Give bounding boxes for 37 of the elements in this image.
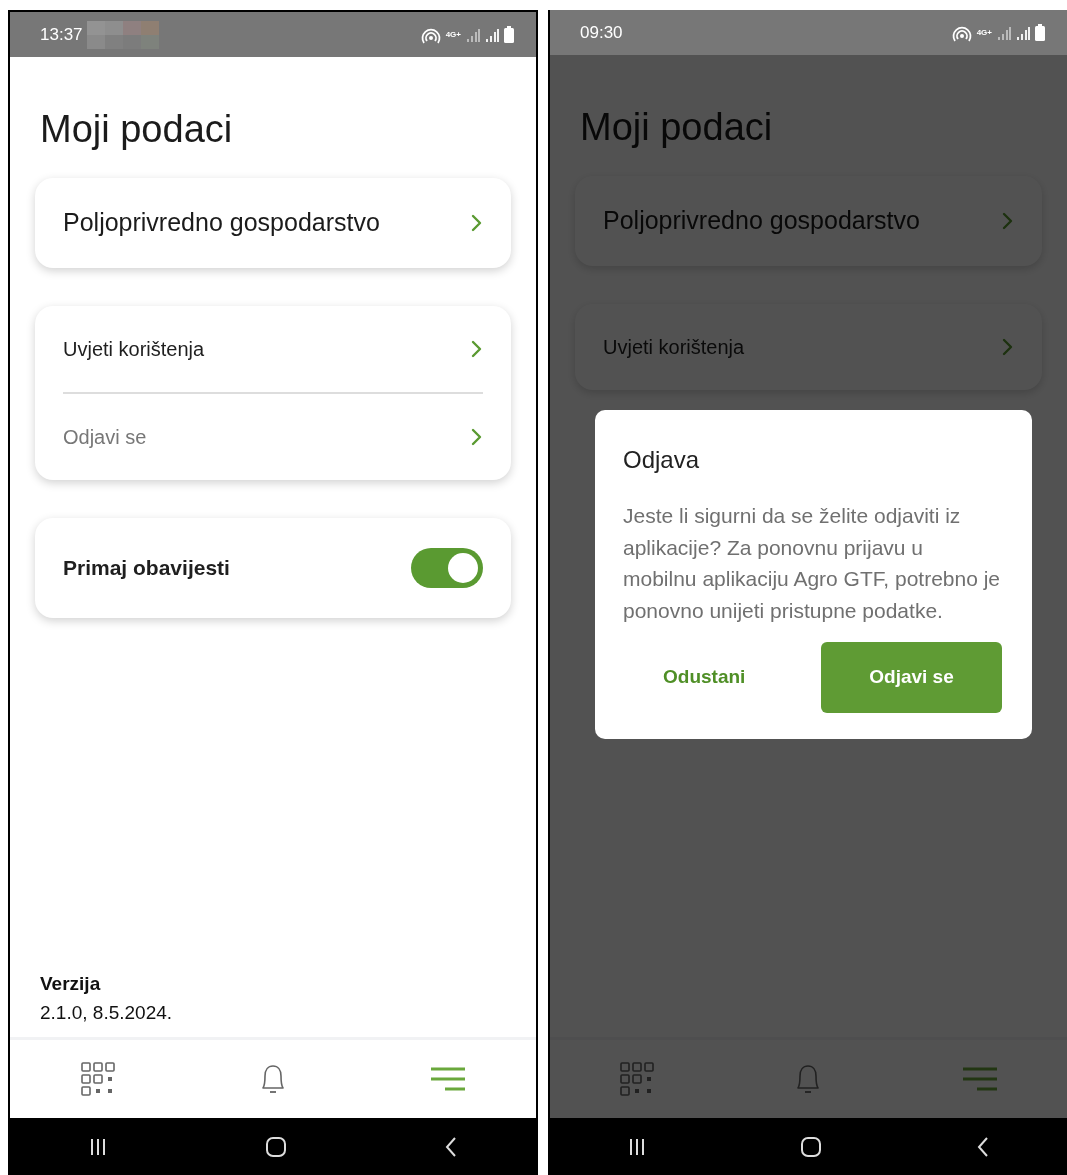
page-title: Moji podaci bbox=[40, 107, 234, 152]
chevron-right-icon[interactable] bbox=[470, 340, 483, 358]
home-icon[interactable] bbox=[800, 1135, 823, 1158]
chevron-right-icon[interactable] bbox=[470, 428, 483, 446]
chevron-right-icon[interactable] bbox=[1001, 212, 1014, 230]
menu-item-label[interactable]: Odjavi se bbox=[63, 422, 147, 452]
status-time: 09:30 bbox=[580, 21, 623, 44]
menu-item-label[interactable]: Uvjeti korištenja bbox=[603, 332, 745, 362]
menu-item-label[interactable]: Uvjeti korištenja bbox=[63, 334, 205, 364]
version-label: Verzija bbox=[40, 972, 102, 996]
menu-icon[interactable] bbox=[429, 1066, 466, 1092]
network-type: 4G+ bbox=[976, 28, 992, 37]
cancel-button[interactable]: Odustani bbox=[623, 653, 786, 702]
back-icon[interactable] bbox=[443, 1135, 458, 1158]
back-icon[interactable] bbox=[976, 1135, 991, 1158]
dialog-message: Jeste li sigurni da se želite odjaviti iz aplikacije? Za ponovnu prijavu u mobilnu aplikaciju Agro GTF, potrebno je ponovno unijeti pristupne podatke. bbox=[623, 503, 1002, 624]
network-type: 4G+ bbox=[445, 30, 461, 39]
version-value: 2.1.0, 8.5.2024. bbox=[40, 1000, 174, 1025]
signal-icon bbox=[485, 26, 499, 43]
menu-item-label[interactable]: Poljoprivredno gospodarstvo bbox=[63, 204, 380, 242]
dialog-title: Odjava bbox=[623, 445, 701, 475]
battery-icon bbox=[1035, 24, 1045, 41]
signal-icon bbox=[997, 24, 1011, 41]
signal-icon bbox=[1016, 24, 1030, 41]
grid-icon[interactable] bbox=[80, 1061, 117, 1097]
home-icon[interactable] bbox=[265, 1135, 287, 1158]
status-time: 13:37 bbox=[40, 23, 83, 46]
page-title: Moji podaci bbox=[580, 105, 774, 150]
menu-icon[interactable] bbox=[962, 1066, 999, 1092]
chevron-right-icon[interactable] bbox=[470, 214, 483, 232]
signal-icon bbox=[466, 26, 480, 43]
battery-icon bbox=[504, 26, 514, 43]
menu-item-label: Primaj obavijesti bbox=[63, 555, 230, 582]
menu-item-label[interactable]: Poljoprivredno gospodarstvo bbox=[603, 202, 920, 240]
logout-button[interactable]: Odjavi se bbox=[821, 642, 1002, 713]
chevron-right-icon[interactable] bbox=[1001, 338, 1014, 356]
toggle-switch[interactable] bbox=[411, 548, 483, 588]
